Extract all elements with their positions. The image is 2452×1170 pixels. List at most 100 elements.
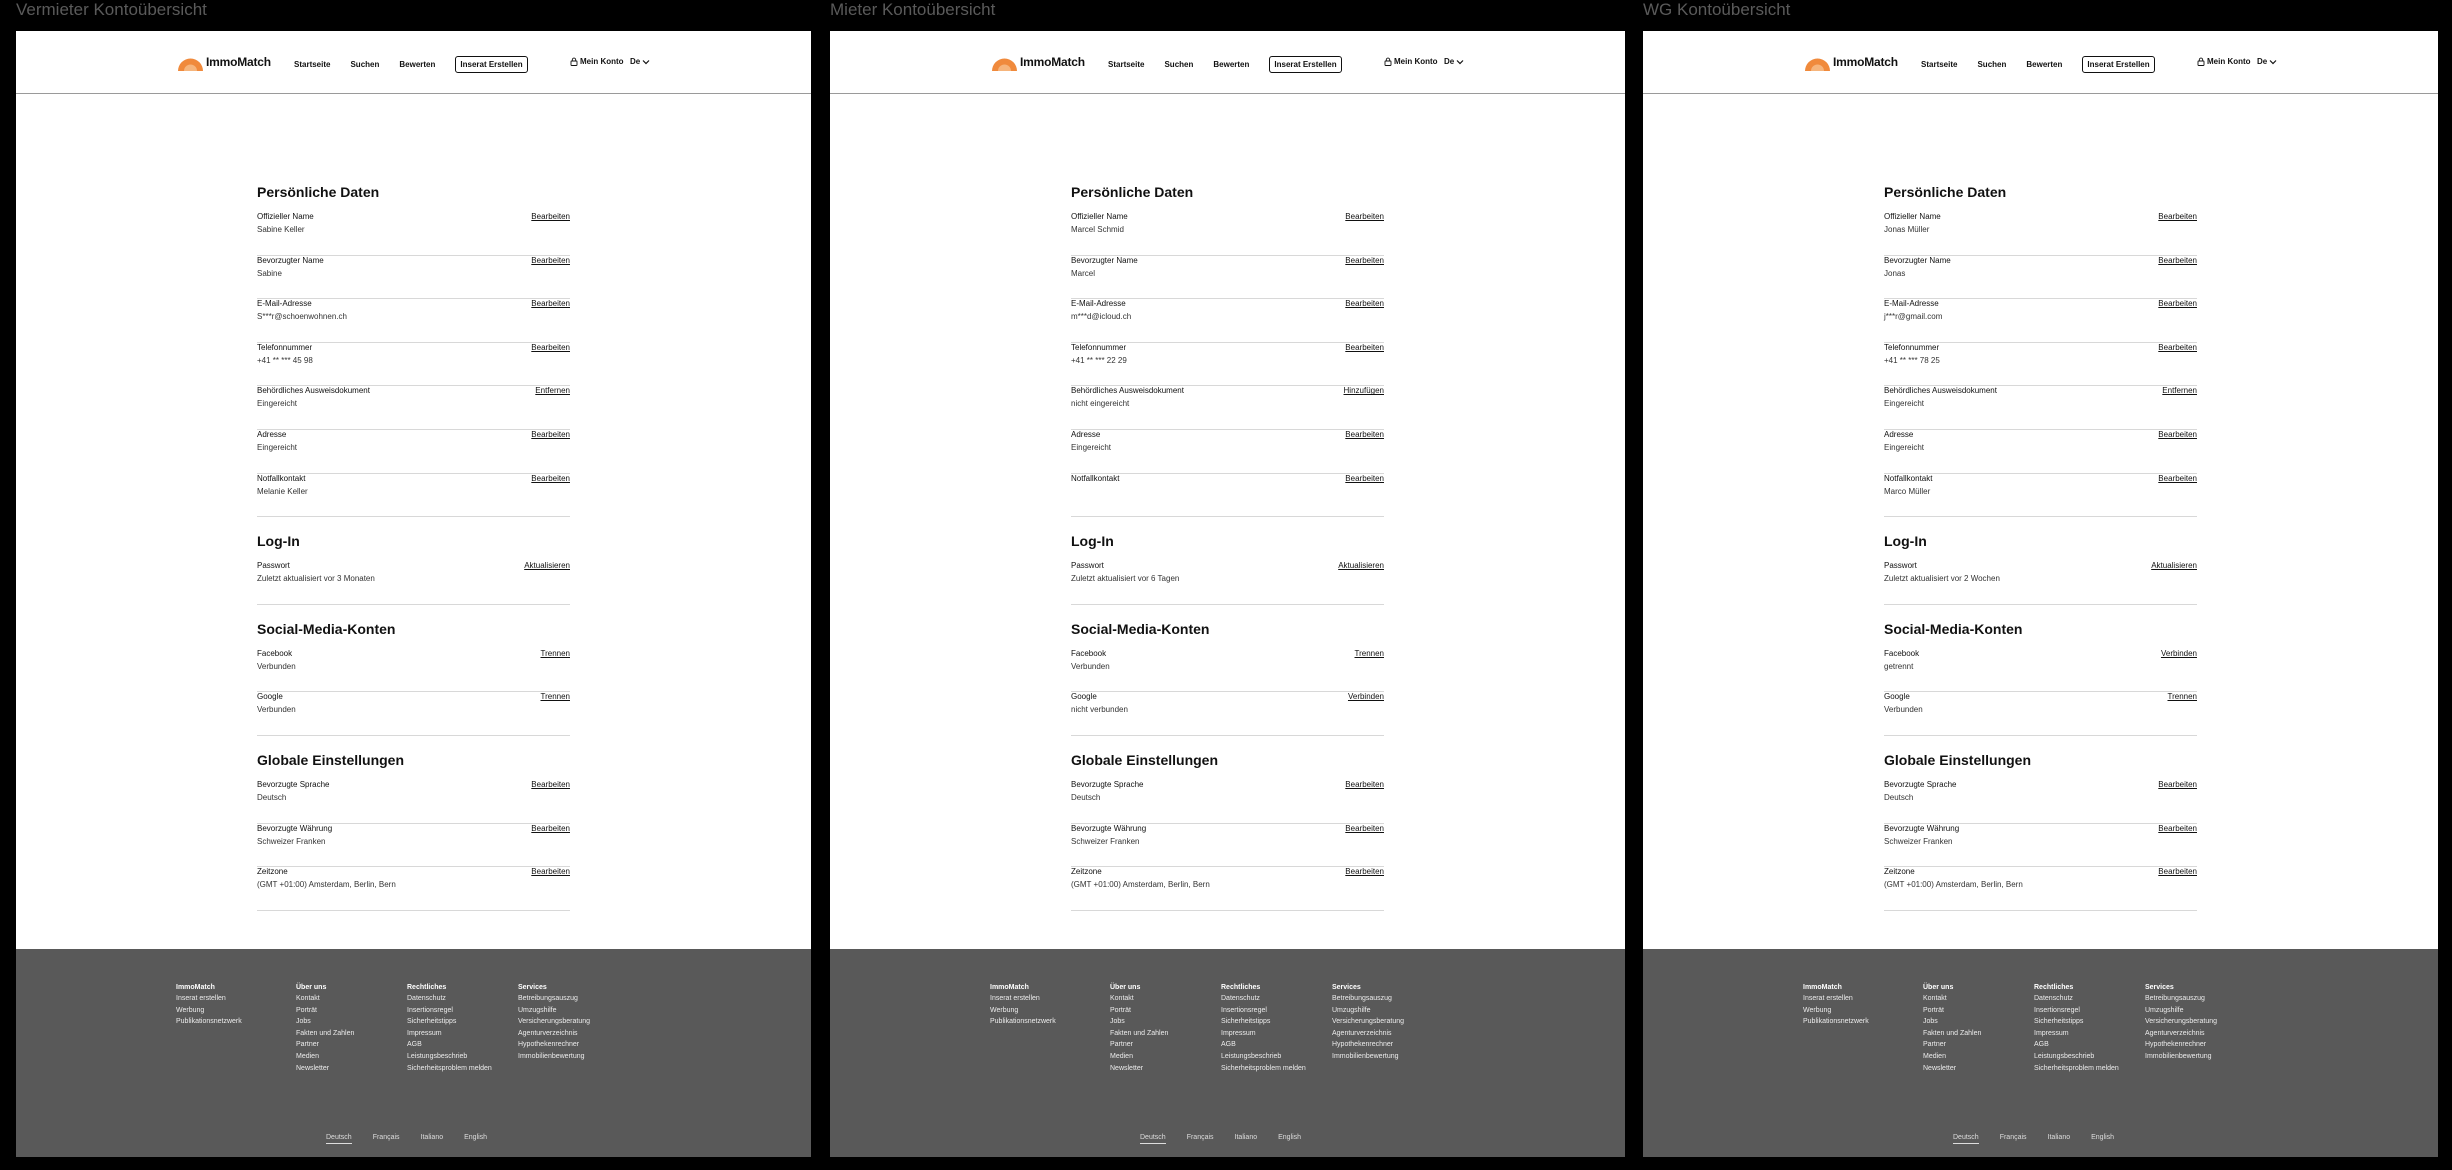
bearbeiten-link[interactable]: Bearbeiten	[531, 343, 570, 352]
footer-link-kontakt[interactable]: Kontakt	[296, 993, 354, 1005]
footer-link-insertionsregel[interactable]: Insertionsregel	[1221, 1005, 1306, 1017]
footer-link-insertionsregel[interactable]: Insertionsregel	[2034, 1005, 2119, 1017]
footer-language-deutsch[interactable]: Deutsch	[1140, 1134, 1166, 1144]
verbinden-link[interactable]: Verbinden	[2161, 649, 2197, 658]
footer-link-partner[interactable]: Partner	[1110, 1039, 1168, 1051]
bearbeiten-link[interactable]: Bearbeiten	[2158, 212, 2197, 221]
nav-startseite[interactable]: Startseite	[294, 60, 330, 69]
footer-language-english[interactable]: English	[2091, 1134, 2114, 1144]
footer-link-leistungsbeschrieb[interactable]: Leistungsbeschrieb	[2034, 1051, 2119, 1063]
footer-link-hypothekenrechner[interactable]: Hypothekenrechner	[1332, 1039, 1404, 1051]
footer-language-english[interactable]: English	[464, 1134, 487, 1144]
footer-link-publikationsnetzwerk[interactable]: Publikationsnetzwerk	[1803, 1016, 1869, 1028]
footer-link-umzugshilfe[interactable]: Umzugshilfe	[518, 1005, 590, 1017]
bearbeiten-link[interactable]: Bearbeiten	[2158, 299, 2197, 308]
bearbeiten-link[interactable]: Bearbeiten	[1345, 299, 1384, 308]
bearbeiten-link[interactable]: Bearbeiten	[531, 867, 570, 876]
footer-link-publikationsnetzwerk[interactable]: Publikationsnetzwerk	[990, 1016, 1056, 1028]
bearbeiten-link[interactable]: Bearbeiten	[2158, 824, 2197, 833]
nav-bewerten[interactable]: Bewerten	[2026, 60, 2062, 69]
footer-link-versicherungsberatung[interactable]: Versicherungsberatung	[1332, 1016, 1404, 1028]
create-listing-button[interactable]: Inserat Erstellen	[455, 56, 528, 73]
nav-suchen[interactable]: Suchen	[350, 60, 379, 69]
nav-startseite[interactable]: Startseite	[1108, 60, 1144, 69]
footer-link-versicherungsberatung[interactable]: Versicherungsberatung	[518, 1016, 590, 1028]
footer-link-agb[interactable]: AGB	[407, 1039, 492, 1051]
bearbeiten-link[interactable]: Bearbeiten	[2158, 430, 2197, 439]
footer-link-hypothekenrechner[interactable]: Hypothekenrechner	[2145, 1039, 2217, 1051]
footer-link-sicherheitsproblem-melden[interactable]: Sicherheitsproblem melden	[1221, 1063, 1306, 1075]
trennen-link[interactable]: Trennen	[541, 692, 571, 701]
language-select[interactable]: De	[630, 57, 650, 66]
footer-link-sicherheitstipps[interactable]: Sicherheitstipps	[407, 1016, 492, 1028]
my-account-link[interactable]: Mein Konto	[1384, 57, 1438, 66]
footer-link-portrat[interactable]: Porträt	[296, 1005, 354, 1017]
footer-link-inserat-erstellen[interactable]: Inserat erstellen	[1803, 993, 1869, 1005]
footer-link-fakten-und-zahlen[interactable]: Fakten und Zahlen	[296, 1028, 354, 1040]
footer-link-hypothekenrechner[interactable]: Hypothekenrechner	[518, 1039, 590, 1051]
footer-link-sicherheitstipps[interactable]: Sicherheitstipps	[2034, 1016, 2119, 1028]
footer-link-leistungsbeschrieb[interactable]: Leistungsbeschrieb	[407, 1051, 492, 1063]
footer-link-werbung[interactable]: Werbung	[990, 1005, 1056, 1017]
bearbeiten-link[interactable]: Bearbeiten	[531, 474, 570, 483]
footer-link-versicherungsberatung[interactable]: Versicherungsberatung	[2145, 1016, 2217, 1028]
create-listing-button[interactable]: Inserat Erstellen	[2082, 56, 2155, 73]
footer-link-kontakt[interactable]: Kontakt	[1110, 993, 1168, 1005]
logo[interactable]: ImmoMatch	[991, 50, 1085, 74]
footer-link-sicherheitstipps[interactable]: Sicherheitstipps	[1221, 1016, 1306, 1028]
footer-link-sicherheitsproblem-melden[interactable]: Sicherheitsproblem melden	[2034, 1063, 2119, 1075]
bearbeiten-link[interactable]: Bearbeiten	[2158, 343, 2197, 352]
footer-link-leistungsbeschrieb[interactable]: Leistungsbeschrieb	[1221, 1051, 1306, 1063]
footer-link-immobilienbewertung[interactable]: Immobilienbewertung	[2145, 1051, 2217, 1063]
bearbeiten-link[interactable]: Bearbeiten	[1345, 343, 1384, 352]
footer-link-newsletter[interactable]: Newsletter	[296, 1063, 354, 1075]
logo[interactable]: ImmoMatch	[1804, 50, 1898, 74]
bearbeiten-link[interactable]: Bearbeiten	[531, 824, 570, 833]
bearbeiten-link[interactable]: Bearbeiten	[1345, 212, 1384, 221]
footer-link-medien[interactable]: Medien	[296, 1051, 354, 1063]
footer-link-newsletter[interactable]: Newsletter	[1110, 1063, 1168, 1075]
bearbeiten-link[interactable]: Bearbeiten	[531, 299, 570, 308]
bearbeiten-link[interactable]: Bearbeiten	[2158, 474, 2197, 483]
footer-link-datenschutz[interactable]: Datenschutz	[2034, 993, 2119, 1005]
entfernen-link[interactable]: Entfernen	[535, 386, 570, 395]
footer-link-newsletter[interactable]: Newsletter	[1923, 1063, 1981, 1075]
footer-link-fakten-und-zahlen[interactable]: Fakten und Zahlen	[1110, 1028, 1168, 1040]
footer-link-agenturverzeichnis[interactable]: Agenturverzeichnis	[2145, 1028, 2217, 1040]
footer-link-inserat-erstellen[interactable]: Inserat erstellen	[176, 993, 242, 1005]
footer-link-impressum[interactable]: Impressum	[407, 1028, 492, 1040]
footer-link-umzugshilfe[interactable]: Umzugshilfe	[1332, 1005, 1404, 1017]
logo[interactable]: ImmoMatch	[177, 50, 271, 74]
nav-bewerten[interactable]: Bewerten	[399, 60, 435, 69]
footer-link-medien[interactable]: Medien	[1110, 1051, 1168, 1063]
aktualisieren-link[interactable]: Aktualisieren	[1338, 561, 1384, 570]
footer-link-partner[interactable]: Partner	[1923, 1039, 1981, 1051]
footer-link-agb[interactable]: AGB	[2034, 1039, 2119, 1051]
nav-suchen[interactable]: Suchen	[1977, 60, 2006, 69]
footer-language-italiano[interactable]: Italiano	[1235, 1134, 1258, 1144]
my-account-link[interactable]: Mein Konto	[2197, 57, 2251, 66]
footer-link-agenturverzeichnis[interactable]: Agenturverzeichnis	[1332, 1028, 1404, 1040]
trennen-link[interactable]: Trennen	[2168, 692, 2198, 701]
bearbeiten-link[interactable]: Bearbeiten	[2158, 867, 2197, 876]
footer-language-english[interactable]: English	[1278, 1134, 1301, 1144]
aktualisieren-link[interactable]: Aktualisieren	[524, 561, 570, 570]
footer-language-italiano[interactable]: Italiano	[2048, 1134, 2071, 1144]
footer-link-werbung[interactable]: Werbung	[176, 1005, 242, 1017]
language-select[interactable]: De	[1444, 57, 1464, 66]
footer-link-sicherheitsproblem-melden[interactable]: Sicherheitsproblem melden	[407, 1063, 492, 1075]
footer-link-agenturverzeichnis[interactable]: Agenturverzeichnis	[518, 1028, 590, 1040]
trennen-link[interactable]: Trennen	[541, 649, 571, 658]
bearbeiten-link[interactable]: Bearbeiten	[531, 430, 570, 439]
footer-link-portrat[interactable]: Porträt	[1923, 1005, 1981, 1017]
my-account-link[interactable]: Mein Konto	[570, 57, 624, 66]
footer-link-medien[interactable]: Medien	[1923, 1051, 1981, 1063]
bearbeiten-link[interactable]: Bearbeiten	[2158, 256, 2197, 265]
footer-link-jobs[interactable]: Jobs	[1923, 1016, 1981, 1028]
bearbeiten-link[interactable]: Bearbeiten	[1345, 474, 1384, 483]
entfernen-link[interactable]: Entfernen	[2162, 386, 2197, 395]
footer-link-portrat[interactable]: Porträt	[1110, 1005, 1168, 1017]
footer-link-inserat-erstellen[interactable]: Inserat erstellen	[990, 993, 1056, 1005]
footer-link-jobs[interactable]: Jobs	[296, 1016, 354, 1028]
footer-link-jobs[interactable]: Jobs	[1110, 1016, 1168, 1028]
